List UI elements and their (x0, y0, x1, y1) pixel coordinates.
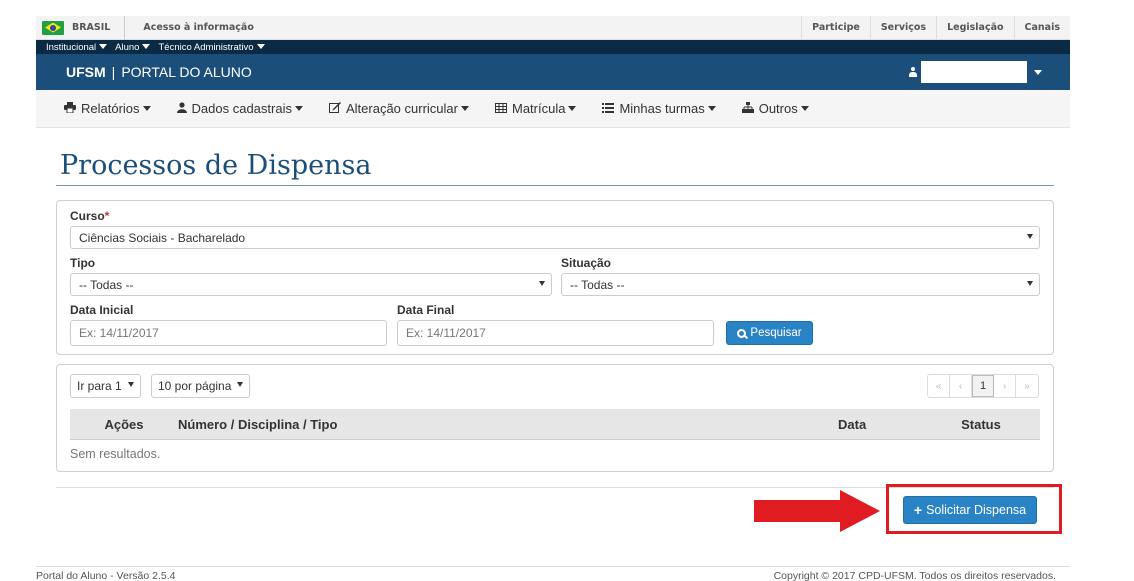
solicitar-dispensa-button[interactable]: + Solicitar Dispensa (903, 496, 1037, 524)
data-inicial-label: Data Inicial (70, 303, 134, 317)
footer-divider (36, 566, 1070, 567)
tipo-label: Tipo (70, 256, 96, 270)
caret-down-icon (142, 44, 151, 50)
sub-nav-aluno[interactable]: Aluno (115, 42, 151, 53)
pager-first[interactable]: « (928, 375, 950, 397)
acesso-informacao-link[interactable]: Acesso à informação (143, 22, 801, 33)
user-icon (176, 101, 187, 116)
table-header: Ações Número / Disciplina / Tipo Data St… (70, 409, 1040, 440)
table-icon (494, 102, 507, 116)
user-menu[interactable] (909, 61, 1042, 83)
pager-page-1[interactable]: 1 (972, 375, 994, 397)
data-inicial-input[interactable]: Ex: 14/11/2017 (70, 320, 387, 346)
gov-link-participe[interactable]: Participe (801, 15, 870, 40)
page-title: Processos de Dispensa (60, 150, 372, 181)
gov-links: Participe Serviços Legislação Canais (801, 15, 1070, 40)
gov-link-canais[interactable]: Canais (1013, 15, 1070, 40)
portal-header: UFSM | PORTAL DO ALUNO (36, 54, 1070, 90)
situacao-select[interactable]: -- Todas -- (561, 273, 1040, 296)
select-caret-icon (539, 281, 545, 286)
main-menu: Relatórios Dados cadastrais Alteração cu… (36, 90, 1070, 128)
user-name-redacted (921, 61, 1027, 83)
col-acoes[interactable]: Ações (70, 417, 178, 432)
pesquisar-button[interactable]: Pesquisar (726, 321, 813, 345)
printer-icon (64, 101, 76, 116)
menu-item-outros[interactable]: Outros (741, 101, 809, 116)
user-icon (909, 67, 917, 77)
results-panel: Ir para 1 10 por página « ‹ 1 › » Ações … (56, 364, 1054, 472)
brazil-flag-icon (42, 20, 64, 35)
title-divider (56, 185, 1054, 186)
sitemap-icon (741, 101, 754, 116)
select-caret-icon (237, 382, 244, 387)
caret-down-icon (460, 106, 469, 111)
menu-item-minhas-turmas[interactable]: Minhas turmas (602, 101, 716, 116)
menu-item-relatorios[interactable]: Relatórios (64, 101, 151, 116)
ufsm-brand[interactable]: UFSM (66, 64, 106, 80)
caret-down-icon (256, 44, 265, 50)
col-data[interactable]: Data (838, 417, 926, 432)
sub-nav-institucional[interactable]: Institucional (46, 42, 108, 53)
sub-nav: Institucional Aluno Técnico Administrati… (36, 40, 1070, 54)
empty-results-text: Sem resultados. (70, 447, 161, 461)
gov-bar: BRASIL Acesso à informação Participe Ser… (36, 15, 1070, 40)
data-final-label: Data Final (397, 303, 455, 317)
curso-select[interactable]: Ciências Sociais - Bacharelado (70, 226, 1040, 249)
red-arrow-icon (754, 490, 880, 532)
plus-icon: + (913, 502, 923, 518)
gov-link-legislacao[interactable]: Legislação (936, 15, 1013, 40)
gov-brasil-link[interactable]: BRASIL (72, 15, 126, 40)
edit-icon (328, 101, 341, 116)
menu-item-dados-cadastrais[interactable]: Dados cadastrais (176, 101, 303, 116)
col-numero-disciplina-tipo[interactable]: Número / Disciplina / Tipo (178, 417, 838, 432)
goto-page-select[interactable]: Ir para 1 (70, 374, 141, 398)
situacao-label: Situação (561, 256, 612, 270)
footer-copyright: Copyright © 2017 CPD-UFSM. Todos os dire… (773, 570, 1056, 581)
curso-label: Curso* (70, 209, 110, 223)
select-caret-icon (1027, 281, 1033, 286)
pager-next[interactable]: › (994, 375, 1016, 397)
caret-down-icon (1034, 69, 1042, 75)
select-caret-icon (127, 382, 134, 387)
menu-item-alteracao-curricular[interactable]: Alteração curricular (328, 101, 469, 116)
caret-down-icon (294, 106, 303, 111)
gov-link-servicos[interactable]: Serviços (869, 15, 936, 40)
col-status[interactable]: Status (926, 417, 1036, 432)
caret-down-icon (568, 106, 577, 111)
filter-panel: Curso* Ciências Sociais - Bacharelado Ti… (56, 200, 1054, 355)
footer-version: Portal do Aluno - Versão 2.5.4 (36, 570, 176, 581)
caret-down-icon (707, 106, 716, 111)
caret-down-icon (800, 106, 809, 111)
caret-down-icon (99, 44, 108, 50)
menu-item-matricula[interactable]: Matrícula (494, 101, 577, 116)
data-final-input[interactable]: Ex: 14/11/2017 (397, 320, 714, 346)
search-icon (737, 328, 747, 338)
list-icon (602, 102, 615, 116)
caret-down-icon (142, 106, 151, 111)
pagination: « ‹ 1 › » (927, 374, 1039, 398)
tipo-select[interactable]: -- Todas -- (70, 273, 552, 296)
portal-name[interactable]: PORTAL DO ALUNO (121, 64, 251, 80)
per-page-select[interactable]: 10 por página (151, 374, 251, 398)
brand-separator: | (111, 64, 116, 80)
select-caret-icon (1027, 234, 1033, 239)
pager-prev[interactable]: ‹ (950, 375, 972, 397)
sub-nav-tecnico[interactable]: Técnico Administrativo (158, 42, 265, 53)
pager-last[interactable]: » (1016, 375, 1038, 397)
